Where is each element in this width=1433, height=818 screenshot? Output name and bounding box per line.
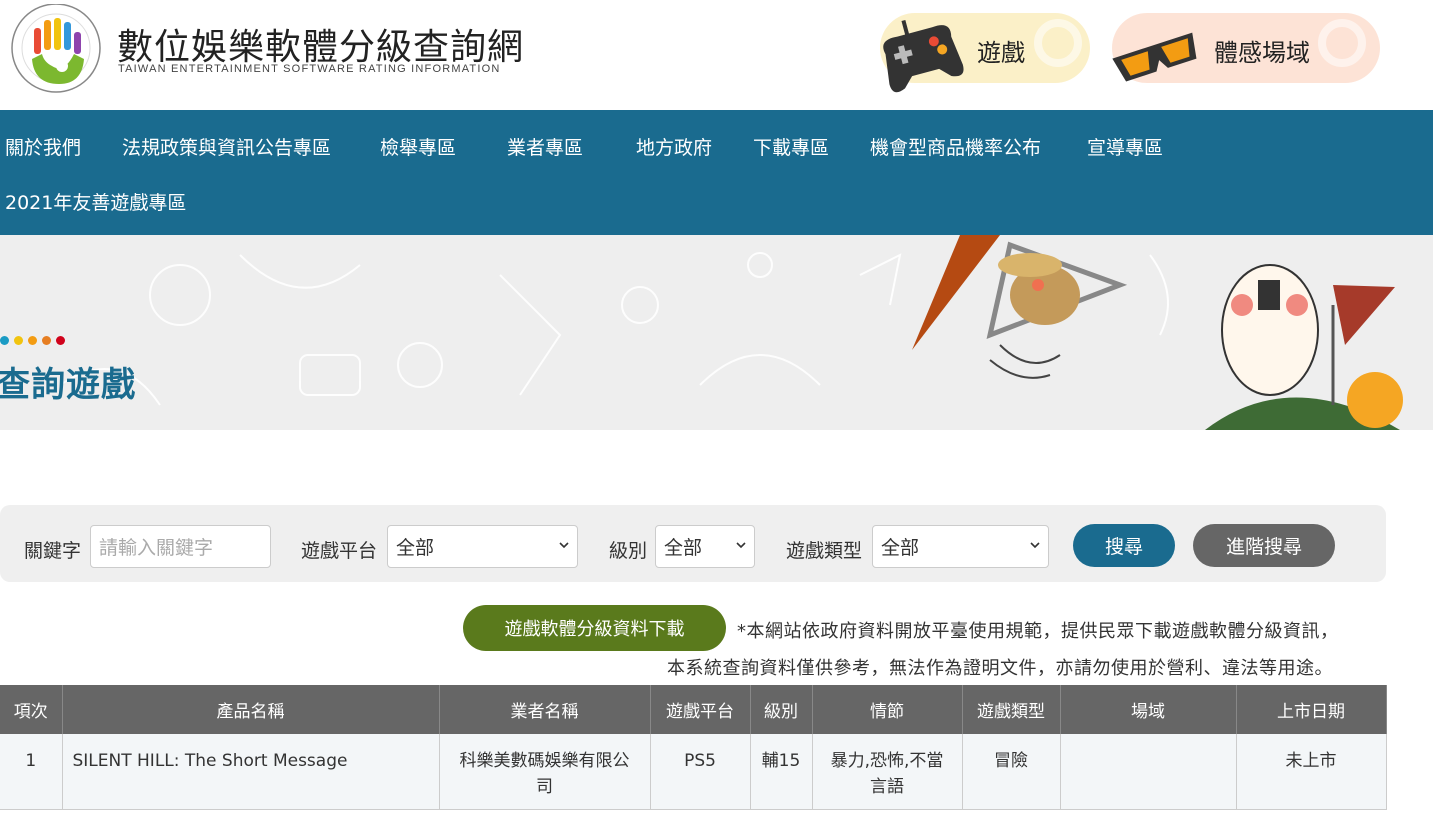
results-table: 項次 產品名稱 業者名稱 遊戲平台 級別 情節 遊戲類型 場域 上市日期 1 S… [0,685,1387,810]
nav-item-industry[interactable]: 業者專區 [507,133,583,160]
keyword-placeholder: 請輸入關鍵字 [99,537,214,559]
platform-select[interactable]: 全部 [387,525,578,568]
platform-label: 遊戲平台 [301,540,378,562]
column-header-genre[interactable]: 遊戲類型 [962,685,1061,734]
genre-select-value: 全部 [881,537,920,559]
3d-glasses-icon [1112,32,1197,82]
keyword-input[interactable]: 請輸入關鍵字 [90,525,271,568]
cell-rating: 輔15 [750,734,813,810]
column-header-no[interactable]: 項次 [0,685,63,734]
cell-genre: 冒險 [962,734,1061,810]
nav-item-local-gov[interactable]: 地方政府 [636,133,712,160]
chevron-down-icon [559,542,569,549]
decor-circle [1034,19,1082,67]
dot [28,336,37,345]
advanced-search-button[interactable]: 進階搜尋 [1193,524,1335,567]
nav-item-about[interactable]: 關於我們 [5,133,81,160]
dot [56,336,65,345]
rating-data-download-button[interactable]: 遊戲軟體分級資料下載 [463,605,726,651]
column-header-content[interactable]: 情節 [812,685,963,734]
chevron-down-icon [1030,542,1040,549]
cell-company-line1: 科樂美數碼娛樂有限公 [459,751,630,771]
game-category-button[interactable]: 遊戲 [880,13,1090,93]
page-title: 查詢遊戲 [0,365,136,405]
rating-select-value: 全部 [664,537,703,559]
chevron-down-icon [736,542,746,549]
main-nav: 關於我們 法規政策與資訊公告專區 檢舉專區 業者專區 地方政府 下載專區 機會型… [0,110,1433,235]
cell-no: 1 [0,734,63,810]
platform-select-value: 全部 [396,537,435,559]
rating-label: 級別 [609,540,648,562]
banner-illustration [59,235,1403,430]
vr-venue-label: 體感場域 [1214,39,1310,67]
site-logo[interactable] [4,4,102,96]
column-header-product[interactable]: 產品名稱 [62,685,440,734]
column-header-release[interactable]: 上市日期 [1236,685,1387,734]
cell-company-line2: 司 [536,777,553,797]
rating-select[interactable]: 全部 [655,525,755,568]
site-subtitle: TAIWAN ENTERTAINMENT SOFTWARE RATING INF… [118,63,501,75]
cell-release: 未上市 [1236,734,1387,810]
vr-venue-button[interactable]: 體感場域 [1112,13,1380,83]
dot [42,336,51,345]
nav-item-regulations[interactable]: 法規政策與資訊公告專區 [122,133,331,160]
nav-item-download[interactable]: 下載專區 [753,133,829,160]
table-row[interactable]: 1 SILENT HILL: The Short Message 科樂美數碼娛樂… [0,734,1387,810]
banner-dots [0,336,65,345]
cell-content: 暴力,恐怖,不當 言語 [812,734,963,810]
cell-venue [1060,734,1237,810]
download-notice-line2: 本系統查詢資料僅供參考，無法作為證明文件，亦請勿使用於營利、違法等用途。 [667,658,1333,679]
column-header-rating[interactable]: 級別 [750,685,813,734]
nav-item-friendly-games[interactable]: 2021年友善遊戲專區 [5,188,186,215]
genre-label: 遊戲類型 [786,540,863,562]
gamepad-icon [883,19,964,93]
site-header: 數位娛樂軟體分級查詢網 TAIWAN ENTERTAINMENT SOFTWAR… [0,0,1433,110]
table-header-row: 項次 產品名稱 業者名稱 遊戲平台 級別 情節 遊戲類型 場域 上市日期 [0,685,1387,734]
cell-product[interactable]: SILENT HILL: The Short Message [62,734,440,810]
column-header-platform[interactable]: 遊戲平台 [650,685,751,734]
game-category-label: 遊戲 [977,39,1025,67]
nav-item-probability[interactable]: 機會型商品機率公布 [870,133,1041,160]
nav-item-promotion[interactable]: 宣導專區 [1087,133,1163,160]
download-notice-line1: *本網站依政府資料開放平臺使用規範，提供民眾下載遊戲軟體分級資訊， [737,621,1339,642]
cell-company: 科樂美數碼娛樂有限公司 [439,734,651,810]
column-header-company[interactable]: 業者名稱 [439,685,651,734]
decor-circle [1318,19,1366,67]
search-button[interactable]: 搜尋 [1073,524,1175,567]
cell-content-line1: 暴力,恐怖,不當 [830,751,944,771]
cell-content-line2: 言語 [870,777,904,797]
column-header-venue[interactable]: 場域 [1060,685,1237,734]
cell-platform: PS5 [650,734,751,810]
genre-select[interactable]: 全部 [872,525,1049,568]
dot [14,336,23,345]
page-banner [0,235,1433,430]
nav-item-report[interactable]: 檢舉專區 [380,133,456,160]
keyword-label: 關鍵字 [24,540,82,562]
dot [0,336,9,345]
